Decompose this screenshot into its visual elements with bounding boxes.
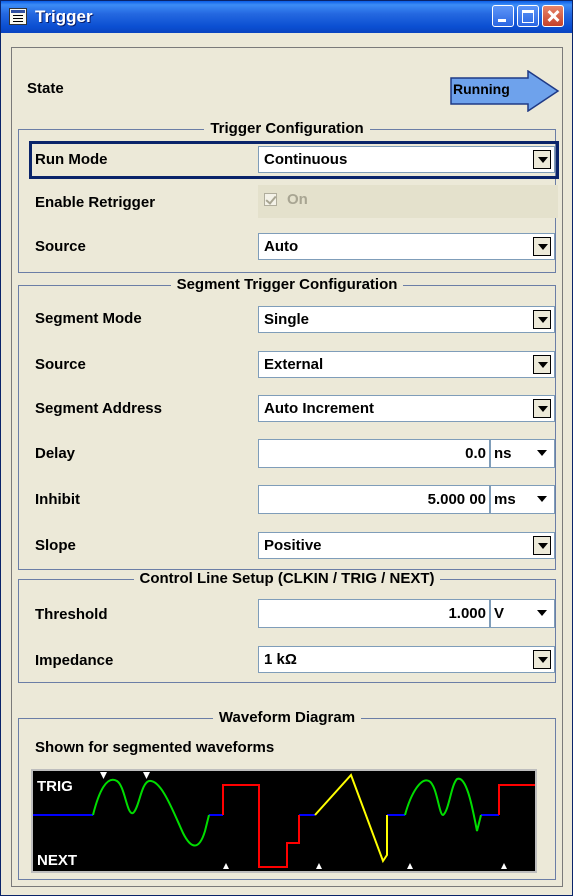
impedance-select[interactable]: 1 kΩ [258, 646, 555, 673]
inhibit-label: Inhibit [35, 491, 80, 508]
next-marker-icon [407, 863, 413, 869]
state-label: State [27, 80, 64, 97]
next-marker-icon [316, 863, 322, 869]
window-app-icon [9, 8, 27, 25]
inhibit-unit-select[interactable]: ms [490, 485, 555, 514]
delay-input[interactable]: 0.0 [258, 439, 490, 468]
inhibit-unit-value: ms [494, 491, 516, 508]
trigger-source-label: Source [35, 238, 86, 255]
threshold-value: 1.000 [448, 605, 486, 622]
window-title: Trigger [35, 7, 93, 26]
segment-trigger-configuration-title: Segment Trigger Configuration [170, 276, 404, 293]
chevron-down-icon[interactable] [533, 310, 551, 329]
chevron-down-icon[interactable] [533, 650, 551, 669]
chevron-down-icon[interactable] [533, 536, 551, 555]
maximize-button[interactable] [517, 5, 539, 27]
trigger-source-value: Auto [264, 238, 299, 255]
chevron-down-icon[interactable] [533, 399, 551, 418]
title-bar[interactable]: Trigger [1, 1, 572, 33]
control-line-setup-title: Control Line Setup (CLKIN / TRIG / NEXT) [133, 570, 441, 587]
next-marker-icon [223, 863, 229, 869]
segment-mode-label: Segment Mode [35, 310, 142, 327]
impedance-label: Impedance [35, 652, 114, 669]
wave-sine-green [404, 777, 482, 832]
run-mode-label: Run Mode [35, 151, 108, 168]
chevron-down-icon[interactable] [533, 355, 551, 374]
trig-marker-icon [143, 772, 150, 779]
segment-address-label: Segment Address [35, 400, 162, 417]
wave-square-red [498, 784, 535, 815]
running-status-text: Running [453, 81, 510, 97]
segment-address-select[interactable]: Auto Increment [258, 395, 555, 422]
delay-unit-select[interactable]: ns [490, 439, 555, 468]
inhibit-value: 5.000 00 [427, 491, 486, 508]
delay-unit-value: ns [494, 445, 512, 462]
segment-mode-value: Single [264, 311, 310, 328]
trigger-window: Trigger State Running Trigger Configurat… [0, 0, 573, 896]
segment-address-value: Auto Increment [264, 400, 375, 417]
threshold-label: Threshold [35, 606, 108, 623]
trigger-configuration-title: Trigger Configuration [204, 120, 370, 137]
chevron-down-icon[interactable] [533, 444, 551, 463]
chevron-down-icon[interactable] [533, 237, 551, 256]
minimize-button[interactable] [492, 5, 514, 27]
chevron-down-icon[interactable] [533, 150, 551, 169]
delay-value: 0.0 [465, 445, 486, 462]
inhibit-input[interactable]: 5.000 00 [258, 485, 490, 514]
trig-marker-icon [100, 772, 107, 779]
close-button[interactable] [542, 5, 564, 27]
segment-source-select[interactable]: External [258, 351, 555, 378]
trig-label: TRIG [37, 778, 73, 795]
next-label: NEXT [37, 852, 77, 869]
segment-source-value: External [264, 356, 324, 373]
waveform-diagram-title: Waveform Diagram [212, 709, 362, 726]
segment-source-label: Source [35, 356, 86, 373]
waveform-svg: TRIG NEXT [33, 772, 535, 869]
segment-mode-select[interactable]: Single [258, 306, 555, 333]
run-mode-value: Continuous [264, 151, 348, 168]
threshold-unit-value: V [494, 605, 505, 622]
enable-retrigger-checkbox: On [258, 185, 558, 218]
chevron-down-icon[interactable] [533, 490, 551, 509]
slope-value: Positive [264, 537, 322, 554]
slope-label: Slope [35, 537, 76, 554]
slope-select[interactable]: Positive [258, 532, 555, 559]
waveform-caption: Shown for segmented waveforms [35, 739, 275, 756]
wave-square-red [222, 784, 300, 868]
delay-label: Delay [35, 445, 76, 462]
enable-retrigger-label: Enable Retrigger [35, 194, 156, 211]
chevron-down-icon[interactable] [533, 604, 551, 623]
run-mode-select[interactable]: Continuous [258, 146, 555, 173]
threshold-input[interactable]: 1.000 [258, 599, 490, 628]
enable-retrigger-text: On [287, 191, 308, 208]
wave-triangle-yellow [314, 773, 388, 864]
checkbox-checked-icon [264, 193, 277, 206]
next-marker-icon [501, 863, 507, 869]
waveform-diagram: TRIG NEXT [31, 769, 537, 873]
wave-sine-green [92, 778, 210, 847]
trigger-source-select[interactable]: Auto [258, 233, 555, 260]
impedance-value: 1 kΩ [264, 651, 297, 668]
threshold-unit-select[interactable]: V [490, 599, 555, 628]
